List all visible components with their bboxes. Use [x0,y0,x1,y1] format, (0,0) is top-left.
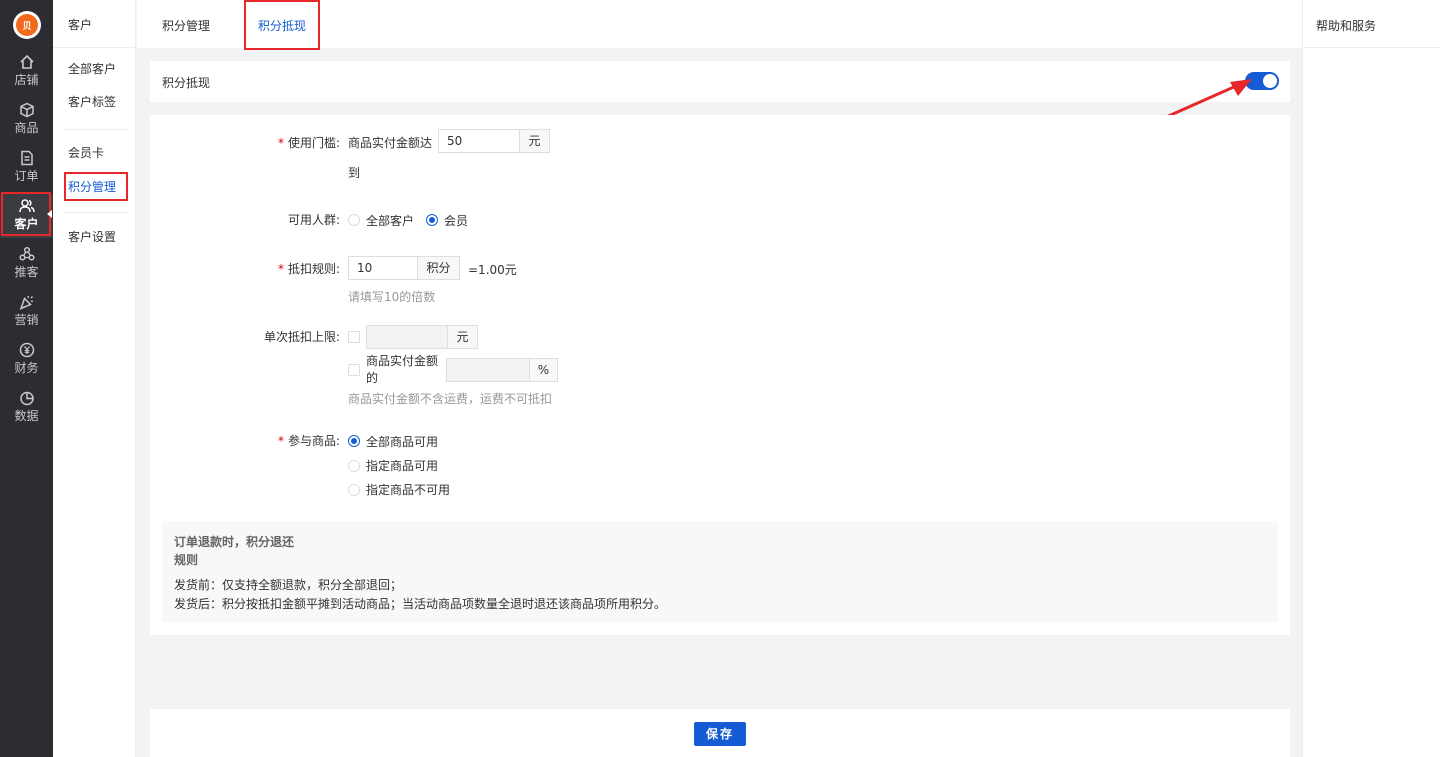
help-title[interactable]: 帮助和服务 [1316,17,1376,34]
deduct-label: * 抵扣规则: [277,262,340,276]
divider [63,212,128,213]
refund-rule-after-shipping: 发货后：积分按抵扣金额平摊到活动商品；当活动商品项数量全退时退还该商品项所用积分… [174,597,667,611]
primary-nav: 贝 店铺 商品 订单 客户 推客 营销 财务 数据 [0,0,53,757]
footer-bar: 保存 [150,709,1290,757]
tab-points-management[interactable]: 积分管理 [162,17,210,34]
products-radio-excluded[interactable] [348,484,360,496]
deduct-unit: 积分 [417,256,460,280]
nav-item-label: 数据 [14,409,39,423]
pie-chart-icon [19,391,34,406]
switch-knob [1263,74,1277,88]
divider [1303,47,1440,48]
limit-percent-label: 商品实付金额的 [366,354,439,385]
threshold-unit: 元 [519,129,550,153]
subnav-item-all-customers[interactable]: 全部客户 [68,60,116,77]
nav-item-marketing[interactable]: 营销 [0,290,53,334]
document-icon [20,150,33,166]
highlight-box-points-management [64,172,128,201]
settings-form: * 使用门槛: 商品实付金额达 50 元 到 可用人群: 全部客户 会员 * 抵扣规… [150,115,1290,635]
limit-percent-checkbox[interactable] [348,364,360,376]
refund-rules-title: 订单退款时，积分退还 规则 [174,535,295,567]
threshold-prefix: 商品实付金额达 [348,136,433,150]
limit-amount-checkbox[interactable] [348,331,360,343]
section-header: 积分抵现 [150,61,1290,102]
nav-item-finance[interactable]: 财务 [0,338,53,382]
subnav-title: 客户 [68,18,93,32]
nav-item-label: 店铺 [14,73,39,87]
nav-item-label: 商品 [14,121,39,135]
limit-hint: 商品实付金额不含运费，运费不可抵扣 [348,392,553,406]
nav-item-goods[interactable]: 商品 [0,98,53,142]
products-label: * 参与商品: [277,434,340,448]
limit-amount-unit: 元 [447,325,478,349]
highlight-box-tab [244,0,320,50]
audience-radio-all[interactable] [348,214,360,226]
share-icon [18,246,35,261]
divider [63,129,128,130]
limit-label: 单次抵扣上限: [263,330,340,344]
required-mark: * [277,262,284,276]
nav-item-label: 推客 [14,265,39,279]
audience-option-all[interactable]: 全部客户 [366,212,414,229]
highlight-box-customers [1,192,51,236]
refund-rule-before-shipping: 发货前：仅支持全额退款，积分全部退回； [174,578,403,592]
active-indicator [47,210,52,218]
limit-amount-input[interactable] [366,325,448,349]
required-mark: * [277,434,284,448]
subnav-item-customer-settings[interactable]: 客户设置 [68,228,116,245]
shop-logo[interactable]: 贝 [13,11,41,39]
nav-item-shop[interactable]: 店铺 [0,50,53,94]
products-radio-specified[interactable] [348,460,360,472]
divider [53,47,136,48]
required-mark: * [277,136,284,150]
audience-radio-member[interactable] [426,214,438,226]
nav-item-data[interactable]: 数据 [0,386,53,430]
threshold-label: * 使用门槛: [277,136,340,150]
section-title: 积分抵现 [162,76,211,90]
save-button[interactable]: 保存 [694,722,746,746]
nav-item-promoters[interactable]: 推客 [0,242,53,286]
home-icon [19,54,34,69]
limit-percent-unit: % [529,358,558,382]
deduct-result: =1.00元 [468,263,517,277]
nav-item-orders[interactable]: 订单 [0,146,53,190]
deduct-points-input[interactable]: 10 [348,256,418,280]
threshold-input[interactable]: 50 [438,129,520,153]
logo-mark: 贝 [16,14,38,36]
nav-item-label: 订单 [14,169,39,183]
party-icon [19,295,33,310]
refund-rules-box: 订单退款时，积分退还 规则 发货前：仅支持全额退款，积分全部退回； 发货后：积分按… [162,521,1278,622]
secondary-nav: 客户 全部客户 客户标签 会员卡 积分管理 客户设置 [53,0,136,757]
subnav-item-customer-tags[interactable]: 客户标签 [68,93,116,110]
yuan-icon [19,342,34,358]
nav-item-label: 营销 [14,313,39,327]
products-option-excluded[interactable]: 指定商品不可用 [366,481,450,498]
subnav-item-member-card[interactable]: 会员卡 [68,144,104,161]
box-icon [19,102,34,118]
products-option-all[interactable]: 全部商品可用 [366,433,438,450]
threshold-suffix: 到 [348,166,361,180]
deduct-hint: 请填写10的倍数 [348,290,436,304]
products-option-specified[interactable]: 指定商品可用 [366,457,438,474]
audience-option-member[interactable]: 会员 [444,212,468,229]
nav-item-label: 财务 [14,361,39,375]
products-radio-all[interactable] [348,435,360,447]
limit-percent-input[interactable] [446,358,530,382]
audience-label: 可用人群: [287,213,340,227]
help-panel: 帮助和服务 [1302,0,1440,757]
